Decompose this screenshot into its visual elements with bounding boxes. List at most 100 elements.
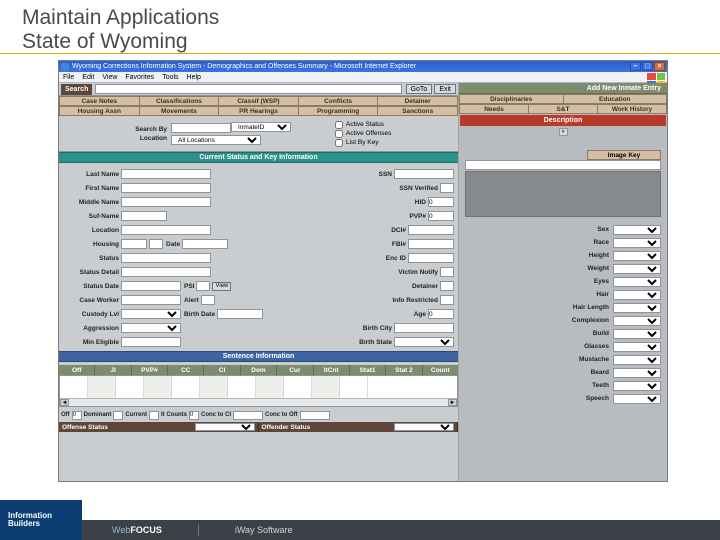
input-off[interactable] xyxy=(72,411,82,420)
sel-mustache[interactable] xyxy=(613,355,661,365)
menu-edit[interactable]: Edit xyxy=(82,74,94,81)
tab-s-and-t[interactable]: S&T xyxy=(528,104,597,114)
input-middle-name[interactable] xyxy=(121,197,211,207)
tab-programming[interactable]: Programming xyxy=(298,106,378,116)
input-pvp[interactable] xyxy=(428,211,454,221)
goto-button[interactable]: GoTo xyxy=(406,84,433,94)
tab-housing-assn[interactable]: Housing Assn xyxy=(59,106,139,116)
input-itcounts[interactable] xyxy=(189,411,199,420)
tab-education[interactable]: Education xyxy=(563,94,668,104)
input-fbi[interactable] xyxy=(408,239,454,249)
input-ssn-verified[interactable] xyxy=(440,183,454,193)
input-detainer[interactable] xyxy=(440,281,454,291)
input-psi[interactable] xyxy=(196,281,210,291)
search-by-value-input[interactable] xyxy=(171,123,231,133)
col-cur[interactable]: Cur xyxy=(277,365,313,375)
tab-case-notes[interactable]: Case Notes xyxy=(59,96,139,106)
input-ssn[interactable] xyxy=(394,169,454,179)
sel-height[interactable] xyxy=(613,251,661,261)
tab-conflicts[interactable]: Conflicts xyxy=(298,96,378,106)
tab-classifications[interactable]: Classifications xyxy=(139,96,219,106)
grid-scrollbar[interactable]: ◄ ► xyxy=(60,398,457,406)
tab-sanctions[interactable]: Sanctions xyxy=(377,106,458,116)
sel-sex[interactable] xyxy=(613,225,661,235)
minimize-button[interactable]: – xyxy=(630,62,641,71)
search-by-select[interactable]: InmateID xyxy=(231,122,291,132)
input-date[interactable] xyxy=(182,239,228,249)
maximize-button[interactable]: □ xyxy=(642,62,653,71)
input-dci[interactable] xyxy=(408,225,454,235)
menu-file[interactable]: File xyxy=(63,74,74,81)
pager-prev-icon[interactable]: « xyxy=(559,128,568,136)
input-age[interactable] xyxy=(428,309,454,319)
input-birth-date[interactable] xyxy=(217,309,263,319)
close-button[interactable]: × xyxy=(654,62,665,71)
input-image-key[interactable] xyxy=(465,160,661,170)
input-suffix[interactable] xyxy=(121,211,167,221)
sel-eyes[interactable] xyxy=(613,277,661,287)
input-status[interactable] xyxy=(121,253,211,263)
location-select[interactable]: All Locations xyxy=(171,135,261,145)
exit-button[interactable]: Exit xyxy=(434,84,456,94)
input-status-date[interactable] xyxy=(121,281,181,291)
chk-active-offenses[interactable]: Active Offenses xyxy=(335,130,391,138)
tab-disciplinaries[interactable]: Disciplinaries xyxy=(459,94,563,104)
col-count[interactable]: Count xyxy=(423,365,458,375)
tab-needs[interactable]: Needs xyxy=(459,104,528,114)
sel-hair-length[interactable] xyxy=(613,303,661,313)
input-birth-city[interactable] xyxy=(394,323,454,333)
sel-custody-lvl[interactable] xyxy=(121,309,181,319)
search-input[interactable] xyxy=(95,84,401,94)
view-button[interactable]: View xyxy=(212,282,231,291)
input-housing-1[interactable] xyxy=(121,239,147,249)
input-location[interactable] xyxy=(121,225,211,235)
sel-speech[interactable] xyxy=(613,394,661,404)
tab-work-history[interactable]: Work History xyxy=(597,104,667,114)
sel-race[interactable] xyxy=(613,238,661,248)
col-itcnt[interactable]: ItCnt xyxy=(314,365,350,375)
menu-help[interactable]: Help xyxy=(187,74,201,81)
input-last-name[interactable] xyxy=(121,169,211,179)
input-info-restricted[interactable] xyxy=(440,295,454,305)
col-dom[interactable]: Dom xyxy=(241,365,277,375)
input-conc-ci[interactable] xyxy=(233,411,263,420)
sel-aggression[interactable] xyxy=(121,323,181,333)
input-conc-off[interactable] xyxy=(300,411,330,420)
col-ji[interactable]: JI xyxy=(95,365,131,375)
sel-glasses[interactable] xyxy=(613,342,661,352)
menu-view[interactable]: View xyxy=(102,74,117,81)
sel-complexion[interactable] xyxy=(613,316,661,326)
input-alert[interactable] xyxy=(201,295,215,305)
col-off[interactable]: Off xyxy=(59,365,95,375)
chk-list-by-key[interactable]: List By Key xyxy=(335,139,391,147)
input-status-detail[interactable] xyxy=(121,267,211,277)
col-stat2[interactable]: Stat 2 xyxy=(386,365,422,375)
input-current[interactable] xyxy=(149,411,159,420)
input-case-worker[interactable] xyxy=(121,295,181,305)
sel-weight[interactable] xyxy=(613,264,661,274)
input-min-eligible[interactable] xyxy=(121,337,181,347)
tab-movements[interactable]: Movements xyxy=(139,106,219,116)
tab-detainer[interactable]: Detainer xyxy=(377,96,458,106)
scroll-left-icon[interactable]: ◄ xyxy=(60,399,69,406)
chk-active-status[interactable]: Active Status xyxy=(335,121,391,129)
scroll-right-icon[interactable]: ► xyxy=(448,399,457,406)
col-cc[interactable]: CC xyxy=(168,365,204,375)
sel-offense-status[interactable] xyxy=(195,423,255,431)
input-first-name[interactable] xyxy=(121,183,211,193)
sentence-grid-body[interactable]: ◄ ► xyxy=(59,375,458,407)
sel-build[interactable] xyxy=(613,329,661,339)
col-stat1[interactable]: Stat1 xyxy=(350,365,386,375)
col-pvp[interactable]: PVP# xyxy=(132,365,168,375)
ie-menu[interactable]: File Edit View Favorites Tools Help xyxy=(59,72,667,83)
sel-beard[interactable] xyxy=(613,368,661,378)
add-inmate-bar[interactable]: Add New Inmate Entry xyxy=(459,83,667,94)
tab-classif-wsp[interactable]: Classif (WSP) xyxy=(218,96,298,106)
sel-hair[interactable] xyxy=(613,290,661,300)
input-dominant[interactable] xyxy=(113,411,123,420)
input-hid[interactable] xyxy=(428,197,454,207)
input-encid[interactable] xyxy=(408,253,454,263)
tab-pr-hearings[interactable]: PR Hearings xyxy=(218,106,298,116)
sel-birth-state[interactable] xyxy=(394,337,454,347)
menu-favorites[interactable]: Favorites xyxy=(125,74,154,81)
